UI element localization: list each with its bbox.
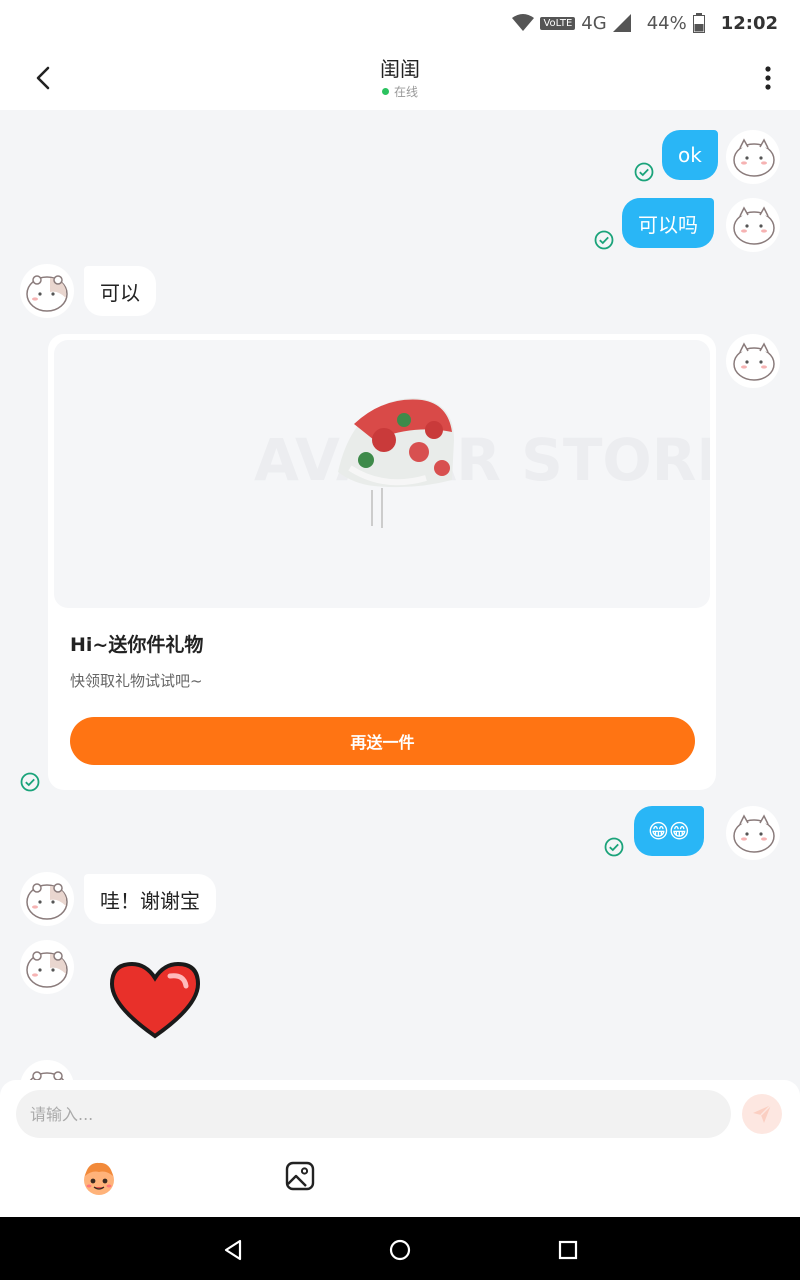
status-bar: VoLTE 4G 44% 12:02 <box>0 0 800 46</box>
message-text: 可以 <box>100 280 140 305</box>
incoming-message[interactable]: 可以 <box>84 266 156 316</box>
message-text: 😁😁 <box>648 819 690 843</box>
nav-home-icon[interactable] <box>385 1235 415 1265</box>
my-avatar[interactable] <box>726 334 780 388</box>
hamster-avatar-icon <box>26 883 68 920</box>
presence-status: 在线 <box>381 83 418 100</box>
incoming-message[interactable]: 哇！谢谢宝 <box>84 874 216 924</box>
gift-subtitle: 快领取礼物试试吧~ <box>70 672 203 690</box>
image-icon[interactable] <box>284 1160 316 1192</box>
nav-back-icon[interactable] <box>218 1235 248 1265</box>
watermark-text: AVATAR STORE <box>254 426 710 494</box>
composer <box>0 1080 800 1217</box>
cat-avatar-icon <box>733 206 775 245</box>
outgoing-message[interactable]: ok <box>662 130 718 180</box>
gift-preview-image: AVATAR STORE <box>254 398 710 528</box>
emoji-face-icon[interactable] <box>78 1158 120 1200</box>
hamster-avatar-icon <box>29 1071 65 1080</box>
wifi-icon <box>512 14 535 32</box>
online-dot-icon <box>381 87 389 95</box>
gift-title: Hi~送你件礼物 <box>70 634 204 656</box>
battery-percent: 44% <box>646 12 687 34</box>
signal-icon <box>612 14 631 32</box>
network-type: 4G <box>581 12 607 34</box>
system-nav-bar <box>0 1217 800 1280</box>
outgoing-message[interactable]: 可以吗 <box>622 198 714 248</box>
heart-sticker-icon[interactable] <box>106 958 204 1040</box>
message-text: ok <box>678 143 702 167</box>
more-vertical-icon[interactable] <box>756 62 780 94</box>
chat-header: 闺闺 在线 <box>0 46 800 110</box>
battery-icon <box>692 13 705 33</box>
gift-card[interactable]: AVATAR STORE Hi~送你件礼物 快领取礼物试试吧~ 再送一件 <box>48 334 716 790</box>
contact-avatar[interactable] <box>20 1060 74 1080</box>
contact-avatar[interactable] <box>20 872 74 926</box>
cat-avatar-icon <box>733 814 775 853</box>
presence-label: 在线 <box>393 84 418 99</box>
message-text: 哇！谢谢宝 <box>100 888 200 913</box>
contact-avatar[interactable] <box>20 940 74 994</box>
read-check-icon <box>634 162 654 182</box>
message-list[interactable]: ok 可以吗 可以 AVATAR STORE Hi~送你件礼物 快领取礼物试试吧… <box>0 110 800 1080</box>
hat-graphic <box>338 398 454 528</box>
message-text: 可以吗 <box>638 212 698 237</box>
send-another-gift-button[interactable]: 再送一件 <box>70 717 695 765</box>
nav-recents-icon[interactable] <box>553 1235 583 1265</box>
contact-name: 闺闺 <box>380 56 420 81</box>
cat-avatar-icon <box>733 342 775 381</box>
my-avatar[interactable] <box>726 130 780 184</box>
my-avatar[interactable] <box>726 806 780 860</box>
contact-info[interactable]: 闺闺 在线 <box>380 57 420 100</box>
my-avatar[interactable] <box>726 198 780 252</box>
send-plane-icon[interactable] <box>742 1094 782 1134</box>
clock: 12:02 <box>720 12 778 34</box>
message-input[interactable] <box>16 1090 731 1138</box>
gift-image[interactable]: AVATAR STORE <box>54 340 710 608</box>
hamster-avatar-icon <box>26 951 68 988</box>
read-check-icon <box>20 772 40 792</box>
hamster-avatar-icon <box>26 275 68 312</box>
read-check-icon <box>594 230 614 250</box>
outgoing-message[interactable]: 😁😁 <box>634 806 704 856</box>
volte-badge: VoLTE <box>540 16 576 30</box>
contact-avatar[interactable] <box>20 264 74 318</box>
back-arrow-icon[interactable] <box>28 62 60 94</box>
read-check-icon <box>604 837 624 857</box>
cat-avatar-icon <box>733 138 775 177</box>
